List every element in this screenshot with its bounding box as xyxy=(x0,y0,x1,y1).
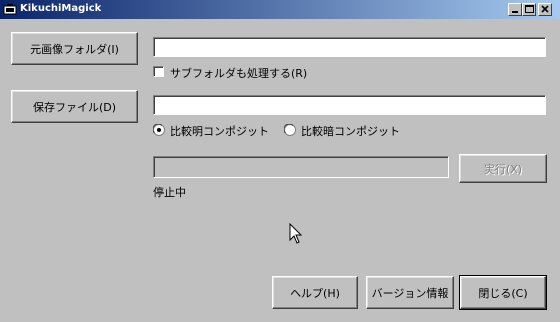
main-window: KikuchiMagick 元画像フォルダ(I) サブフォルダも処理する(R) … xyxy=(0,0,560,322)
version-info-button-label: バージョン情報 xyxy=(371,286,449,300)
subfolder-checkbox-label[interactable]: サブフォルダも処理する(R) xyxy=(170,65,307,81)
save-file-button[interactable]: 保存ファイル(D) xyxy=(11,90,138,123)
version-info-button[interactable]: バージョン情報 xyxy=(366,276,454,309)
help-button-label: ヘルプ(H) xyxy=(290,286,340,300)
lighten-composite-radio[interactable] xyxy=(153,124,165,136)
save-file-input[interactable] xyxy=(153,95,546,115)
darken-composite-radio[interactable] xyxy=(284,124,296,136)
app-icon xyxy=(3,4,17,15)
maximize-icon xyxy=(525,5,534,13)
mouse-cursor-icon xyxy=(289,223,303,244)
lighten-composite-label[interactable]: 比較明コンポジット xyxy=(170,123,269,139)
run-button[interactable]: 実行(X) xyxy=(459,154,547,183)
close-icon xyxy=(541,5,549,13)
window-title: KikuchiMagick xyxy=(20,3,102,14)
source-folder-input[interactable] xyxy=(153,37,546,57)
close-window-button[interactable] xyxy=(538,3,552,16)
minimize-button[interactable] xyxy=(508,3,522,16)
subfolder-checkbox[interactable] xyxy=(153,66,164,77)
help-button[interactable]: ヘルプ(H) xyxy=(272,276,358,309)
source-folder-button-label: 元画像フォルダ(I) xyxy=(30,42,119,56)
maximize-button[interactable] xyxy=(522,3,536,16)
close-button[interactable]: 閉じる(C) xyxy=(459,275,547,310)
darken-composite-label[interactable]: 比較暗コンポジット xyxy=(301,123,400,139)
title-bar[interactable]: KikuchiMagick xyxy=(0,0,560,19)
close-button-label: 閉じる(C) xyxy=(478,286,528,300)
run-button-label: 実行(X) xyxy=(483,162,523,176)
progress-bar xyxy=(153,156,449,178)
minimize-icon xyxy=(512,11,518,13)
status-text: 停止中 xyxy=(153,186,186,199)
source-folder-button[interactable]: 元画像フォルダ(I) xyxy=(11,32,138,65)
save-file-button-label: 保存ファイル(D) xyxy=(32,100,117,114)
